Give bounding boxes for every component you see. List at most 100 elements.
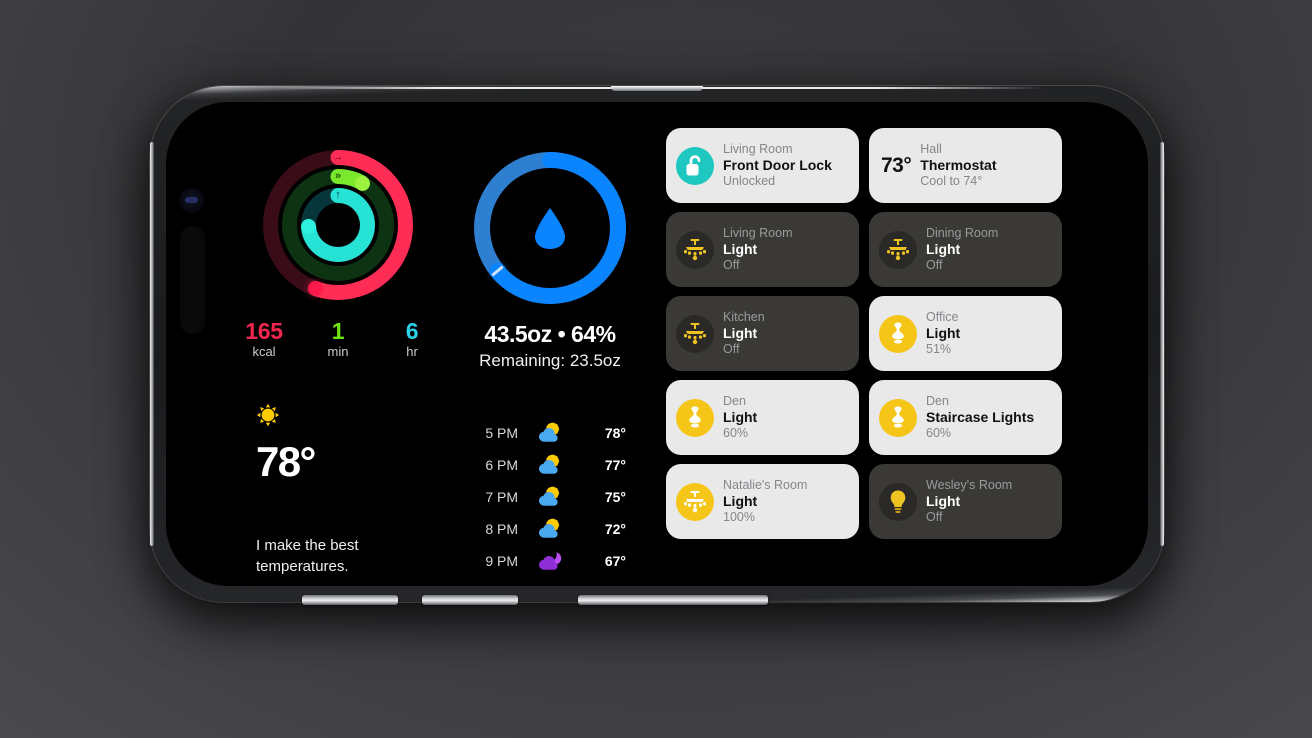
home-widget[interactable]: Living Room Front Door Lock Unlocked 73°… <box>648 128 1140 568</box>
hour-time: 8 PM <box>485 521 518 537</box>
tile-name: Light <box>926 240 961 257</box>
sun-behind-cloud-icon <box>518 517 580 542</box>
exercise-value: 1 <box>331 318 345 344</box>
tile-name: Front Door Lock <box>723 156 832 173</box>
water-drop-icon <box>532 206 568 250</box>
stand-arrow-icon: ↑ <box>335 189 341 201</box>
hour-time: 5 PM <box>485 425 518 441</box>
tile-office-light[interactable]: Office Light 51% <box>869 296 1062 371</box>
tile-kitchen-light[interactable]: Kitchen Light Off <box>666 296 859 371</box>
tile-status: 100% <box>723 510 755 525</box>
tile-status: Off <box>926 258 943 273</box>
tile-thermostat[interactable]: 73° Hall Thermostat Cool to 74° <box>869 128 1062 203</box>
list-item: 8 PM 72° <box>456 513 648 545</box>
home-accessory-grid: Living Room Front Door Lock Unlocked 73°… <box>666 128 1062 539</box>
hour-temp: 77° <box>604 457 626 473</box>
move-arrow-icon: → <box>332 151 344 163</box>
chandelier-icon <box>676 482 714 521</box>
tile-name: Light <box>723 492 758 509</box>
hour-time: 9 PM <box>485 553 518 569</box>
tile-room: Living Room <box>723 141 793 156</box>
metric-move: 165 kcal <box>243 318 285 360</box>
tile-text: Hall Thermostat Cool to 74° <box>920 142 996 190</box>
tile-status: Off <box>723 258 740 273</box>
tile-status: Off <box>723 342 740 357</box>
tile-room: Natalie's Room <box>723 477 808 492</box>
chandelier-icon <box>879 230 917 269</box>
weather-widget[interactable]: 78° I make the best temperatures. <box>256 403 452 577</box>
list-item: 9 PM 67° <box>456 545 648 577</box>
exercise-chevrons-icon: » <box>334 170 342 182</box>
exercise-unit: min <box>327 344 349 360</box>
stand-ring-hole <box>316 203 360 247</box>
tile-room: Den <box>926 393 949 408</box>
standby-content: → » ↑ 165 kcal 1 min 6 hr 78° I make the… <box>166 102 1148 586</box>
hydration-ring[interactable] <box>474 152 626 304</box>
volume-down-button[interactable] <box>422 595 518 605</box>
tile-text: Dining Room Light Off <box>926 226 998 274</box>
hour-temp: 67° <box>604 553 626 569</box>
tile-name: Light <box>723 240 758 257</box>
tile-natalies-room-light[interactable]: Natalie's Room Light 100% <box>666 464 859 539</box>
tile-dining-room-light[interactable]: Dining Room Light Off <box>869 212 1062 287</box>
activity-rings[interactable]: → » ↑ <box>263 150 413 300</box>
power-button[interactable] <box>578 595 768 605</box>
frame-speaker-nub <box>611 86 703 91</box>
hydration-remaining: Remaining: 23.5oz <box>479 351 621 370</box>
hour-time: 6 PM <box>485 457 518 473</box>
activity-metrics: 165 kcal 1 min 6 hr <box>224 318 452 360</box>
tile-name: Staircase Lights <box>926 408 1035 425</box>
list-item: 7 PM 75° <box>456 481 648 513</box>
sun-behind-cloud-icon <box>518 421 580 446</box>
tile-room: Hall <box>920 141 942 156</box>
stand-value: 6 <box>405 318 419 344</box>
tile-text: Den Light 60% <box>723 394 757 442</box>
tile-room: Living Room <box>723 225 793 240</box>
tile-name: Light <box>723 408 758 425</box>
current-temperature: 78° <box>256 438 316 486</box>
pendant-lamp-icon <box>879 314 917 353</box>
sun-behind-cloud-icon <box>518 453 580 478</box>
tile-living-room-light[interactable]: Living Room Light Off <box>666 212 859 287</box>
tile-room: Office <box>926 309 959 324</box>
tile-name: Light <box>926 492 961 509</box>
tile-room: Wesley's Room <box>926 477 1013 492</box>
hour-temp: 72° <box>604 521 626 537</box>
volume-up-button[interactable] <box>302 595 398 605</box>
metric-exercise: 1 min <box>317 318 359 360</box>
tile-front-door-lock[interactable]: Living Room Front Door Lock Unlocked <box>666 128 859 203</box>
tile-text: Den Staircase Lights 60% <box>926 394 1034 442</box>
fitness-widget[interactable]: → » ↑ 165 kcal 1 min 6 hr 78° I make the… <box>224 128 452 575</box>
tile-name: Thermostat <box>920 156 997 173</box>
move-unit: kcal <box>252 344 276 360</box>
move-value: 165 <box>245 318 283 344</box>
hour-time: 7 PM <box>485 489 518 505</box>
hydration-total: 43.5oz • 64% <box>484 321 616 347</box>
unlocked-padlock-icon <box>676 146 714 185</box>
tile-status: 60% <box>926 426 952 441</box>
hydration-ring-startcap <box>542 152 558 168</box>
list-item: 6 PM 77° <box>456 449 648 481</box>
hydration-widget[interactable]: 43.5oz • 64% Remaining: 23.5oz 5 PM 78° … <box>452 128 648 570</box>
chandelier-icon <box>676 314 714 353</box>
tile-text: Kitchen Light Off <box>723 310 765 358</box>
tile-den-light[interactable]: Den Light 60% <box>666 380 859 455</box>
tile-room: Kitchen <box>723 309 765 324</box>
hourly-forecast-list[interactable]: 5 PM 78° 6 PM 77° 7 PM 75° 8 PM 72° 9 PM… <box>456 417 648 577</box>
thermostat-current-temp: 73° <box>881 153 912 177</box>
tile-wesleys-room-light[interactable]: Wesley's Room Light Off <box>869 464 1062 539</box>
tile-text: Office Light 51% <box>926 310 960 358</box>
phone-screen: → » ↑ 165 kcal 1 min 6 hr 78° I make the… <box>166 102 1148 586</box>
tile-room: Den <box>723 393 746 408</box>
stand-unit: hr <box>406 344 418 360</box>
tile-text: Wesley's Room Light Off <box>926 478 1012 526</box>
tile-status: Unlocked <box>723 174 776 189</box>
hour-temp: 75° <box>604 489 626 505</box>
tile-name: Light <box>926 324 961 341</box>
sun-icon <box>256 403 452 432</box>
screenshot-stage: → » ↑ 165 kcal 1 min 6 hr 78° I make the… <box>0 0 1312 738</box>
tile-den-staircase-lights[interactable]: Den Staircase Lights 60% <box>869 380 1062 455</box>
tile-text: Natalie's Room Light 100% <box>723 478 807 526</box>
tile-name: Light <box>723 324 758 341</box>
tile-text: Living Room Light Off <box>723 226 792 274</box>
